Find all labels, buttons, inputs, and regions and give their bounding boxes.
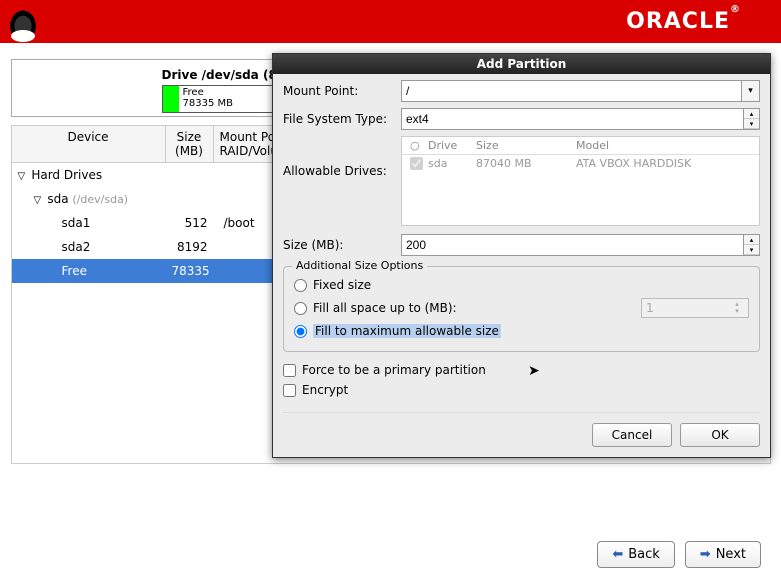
radio-fill-up-to[interactable]: Fill all space up to (MB): 1 ▴▾ xyxy=(294,295,749,321)
fs-type-label: File System Type: xyxy=(283,112,401,126)
mount-point-label: Mount Point: xyxy=(283,84,401,98)
drive-list-row[interactable]: sda 87040 MB ATA VBOX HARDDISK xyxy=(402,155,759,175)
drive-list-checkbox-header: ○ xyxy=(406,139,424,152)
size-spinner-icon[interactable]: ▴▾ xyxy=(744,234,760,256)
tux-icon xyxy=(8,8,38,44)
radio-fill-max[interactable]: Fill to maximum allowable size xyxy=(294,321,749,341)
oracle-logo: ORACLE® xyxy=(626,9,741,34)
force-primary-row[interactable]: Force to be a primary partition xyxy=(283,360,760,380)
back-button[interactable]: ⬅ Back xyxy=(597,541,674,568)
header-bar: ORACLE® xyxy=(0,0,781,43)
expand-icon[interactable]: ▽ xyxy=(34,195,44,206)
size-input[interactable] xyxy=(401,234,744,256)
next-button[interactable]: ➡ Next xyxy=(685,541,761,568)
cancel-button[interactable]: Cancel xyxy=(592,423,672,447)
size-options-title: Additional Size Options xyxy=(292,259,427,272)
radio-fill-up[interactable] xyxy=(294,302,307,315)
size-label: Size (MB): xyxy=(283,238,401,252)
col-device[interactable]: Device xyxy=(12,126,166,162)
fs-type-field: File System Type: ▴▾ xyxy=(283,108,760,130)
footer-nav: ⬅ Back ➡ Next xyxy=(597,541,761,568)
col-size[interactable]: Size (MB) xyxy=(166,126,214,162)
drive-used-segment xyxy=(163,86,179,112)
expand-icon[interactable]: ▽ xyxy=(18,171,28,182)
ok-button[interactable]: OK xyxy=(680,423,760,447)
radio-fill-maximum[interactable] xyxy=(294,325,307,338)
encrypt-row[interactable]: Encrypt xyxy=(283,380,760,400)
radio-fixed-size[interactable]: Fixed size xyxy=(294,275,749,295)
fs-type-spinner-icon[interactable]: ▴▾ xyxy=(744,108,760,130)
mount-point-dropdown-icon[interactable]: ▾ xyxy=(742,80,760,102)
fill-up-value-input: 1 ▴▾ xyxy=(641,298,749,318)
encrypt-checkbox[interactable] xyxy=(283,384,296,397)
dialog-title: Add Partition xyxy=(273,54,770,74)
drive-checkbox xyxy=(410,157,423,170)
fs-type-input[interactable] xyxy=(401,108,744,130)
size-options-group: Additional Size Options Fixed size Fill … xyxy=(283,266,760,352)
add-partition-dialog: Add Partition Mount Point: ▾ File System… xyxy=(272,53,771,458)
mount-point-input[interactable] xyxy=(401,80,742,102)
dialog-buttons: Cancel OK xyxy=(283,412,760,447)
size-field: Size (MB): ▴▾ xyxy=(283,234,760,256)
force-primary-checkbox[interactable] xyxy=(283,364,296,377)
mount-point-field: Mount Point: ▾ xyxy=(283,80,760,102)
drive-list-header: ○ Drive Size Model xyxy=(402,137,759,155)
arrow-right-icon: ➡ xyxy=(700,547,711,562)
allowable-drives-list[interactable]: ○ Drive Size Model sda 87040 MB ATA VBOX… xyxy=(401,136,760,226)
radio-fixed[interactable] xyxy=(294,279,307,292)
arrow-left-icon: ⬅ xyxy=(612,547,623,562)
